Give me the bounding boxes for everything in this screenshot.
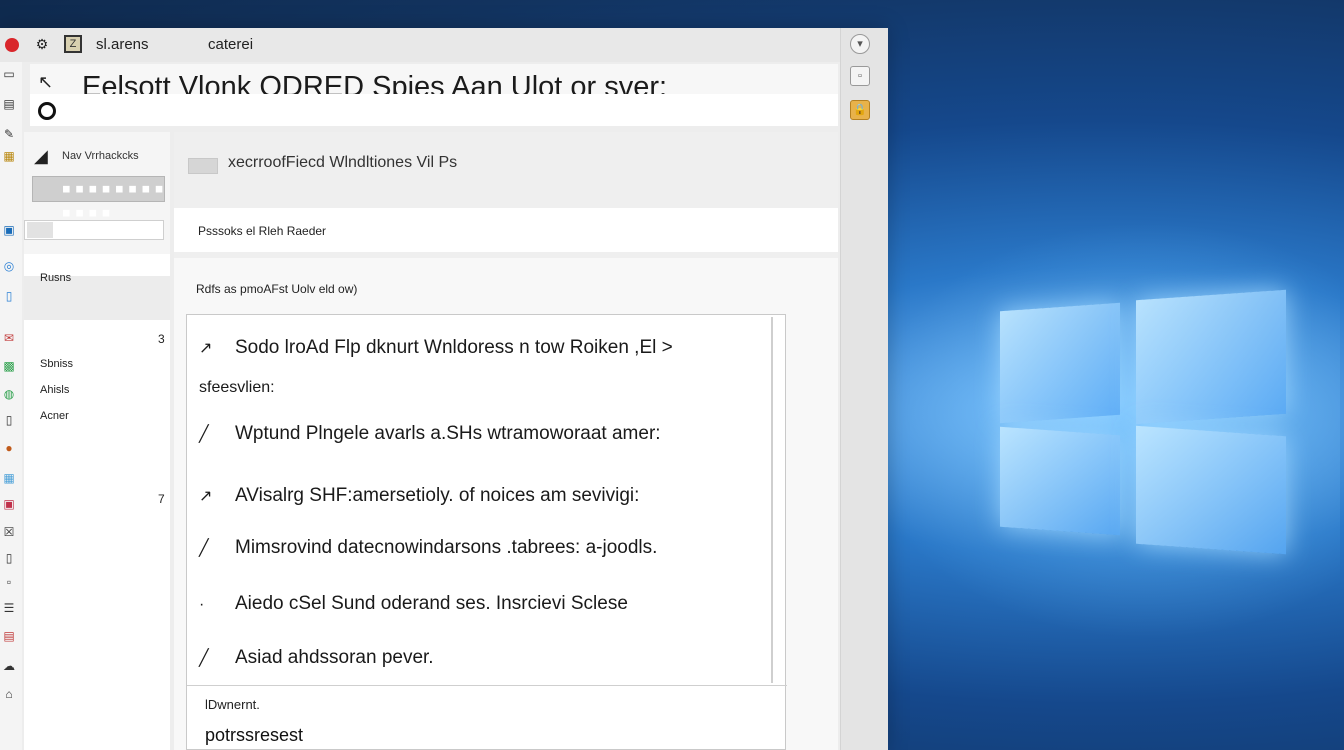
pen-icon[interactable]: ✎	[0, 126, 18, 142]
footer-value[interactable]: potrssresest	[205, 725, 303, 746]
back-arrow-icon[interactable]: ↖	[38, 72, 53, 93]
fire-icon[interactable]: ●	[0, 440, 18, 456]
sidebar-list: Rusns 3 Sbniss Ahisls Acner 7	[24, 254, 170, 750]
divider	[187, 685, 787, 686]
sidebar-brand: Nav Vrrhackcks	[62, 150, 139, 162]
close-button[interactable]	[5, 38, 19, 52]
arrow-icon: ↗	[199, 340, 213, 357]
list-item[interactable]: ╱ Mimsrovind datecnowindarsons .tabrees: …	[199, 537, 779, 559]
sidebar-count: 7	[158, 492, 165, 506]
document-icon[interactable]: ▫	[0, 574, 18, 590]
list-item-text: AVisalrg SHF:amersetioly. of noices am s…	[235, 485, 640, 506]
windows-logo	[990, 275, 1300, 565]
chat-icon[interactable]: ▩	[0, 358, 18, 374]
square-icon[interactable]: ▫	[850, 66, 870, 86]
sidebar: ◢ Nav Vrrhackcks ■ ■ ■ ■ ■ ■ ■ ■ ■ ■ ■ ■…	[24, 132, 170, 750]
shield-icon[interactable]: ▾	[850, 34, 870, 54]
photos-icon[interactable]: ▦	[0, 470, 18, 486]
brand-icon: ◢	[34, 146, 48, 166]
title-bar: ⚙ Z sl.arens caterei	[0, 28, 840, 62]
bookmark-icon[interactable]: ▯	[0, 288, 18, 304]
search-icon[interactable]	[38, 102, 56, 120]
sidebar-item-sbniss[interactable]: Sbniss	[40, 358, 73, 370]
list-icon[interactable]: ☰	[0, 600, 18, 616]
list-item[interactable]: ↗ Sodo lroAd Flp dknurt Wnldoress n tow R…	[199, 337, 779, 359]
image-icon[interactable]: ▦	[0, 148, 18, 164]
globe-icon[interactable]: ◍	[0, 386, 18, 402]
section-bar-label: Psssoks el Rleh Raeder	[198, 224, 327, 238]
cloud-icon[interactable]: ☁	[0, 658, 18, 674]
list-item-text: Mimsrovind datecnowindarsons .tabrees: a…	[235, 537, 658, 558]
folder-icon[interactable]: ▭	[0, 66, 18, 82]
sidebar-search-button[interactable]	[27, 222, 53, 238]
check-icon: ╱	[199, 426, 209, 443]
monitor-icon[interactable]: ▤	[0, 96, 18, 112]
sidebar-item-ahisls[interactable]: Ahisls	[40, 384, 69, 396]
list-item-text: Aiedo cSel Sund oderand ses. Insrcievi S…	[235, 593, 628, 614]
details-card: ↗ Sodo lroAd Flp dknurt Wnldoress n tow R…	[186, 314, 787, 750]
left-icon-strip: ▭ ▤ ✎ ▦ ▣ ◎ ▯ ✉ ▩ ◍ ▯ ● ▦ ▣ ☒ ▯ ▫ ☰ ▤ ☁ …	[0, 62, 22, 750]
content-subheading: Rdfs as pmoAFst Uolv eld ow)	[196, 282, 358, 296]
list-item-text: Wptund Plngele avarls a.SHs wtramoworaat…	[235, 423, 661, 444]
footer-label: lDwnernt.	[205, 697, 260, 712]
list-item[interactable]: ╱ Wptund Plngele avarls a.SHs wtramoworaa…	[199, 423, 779, 445]
list-item[interactable]: ╱ Asiad ahdssoran pever.	[199, 647, 779, 669]
address-bar: ↖ Eelsott Vlonk ODRED Spjes Aan Ulot or …	[30, 64, 838, 126]
status-indicator: ■ ■ ■ ■ ■ ■ ■ ■ ■ ■ ■ ■	[32, 176, 165, 219]
arrow-icon: ↗	[199, 488, 213, 505]
list-item-text: Asiad ahdssoran pever.	[235, 647, 434, 668]
settings-icon[interactable]: ◎	[0, 258, 18, 274]
check-icon: ╱	[199, 540, 209, 557]
sidebar-count: 3	[158, 332, 165, 346]
app-icon: Z	[64, 35, 82, 53]
file-icon[interactable]: ▯	[0, 412, 18, 428]
address-input[interactable]	[30, 94, 838, 126]
trash-icon[interactable]: ⌂	[0, 686, 18, 702]
list-item-text: sfeesvlien:	[199, 379, 275, 396]
lock-icon[interactable]: 🔒	[850, 100, 870, 120]
music-icon[interactable]: ▣	[0, 496, 18, 512]
toggle-checkbox[interactable]	[188, 158, 218, 174]
calendar-icon[interactable]: ▤	[0, 628, 18, 644]
sidebar-item-rusns[interactable]: Rusns	[40, 272, 71, 284]
logo-pane-bottom-left	[1000, 426, 1120, 536]
close-x-icon[interactable]: ☒	[0, 524, 18, 540]
list-item[interactable]: · Aiedo cSel Sund oderand ses. Insrcievi …	[199, 593, 779, 615]
window-title: sl.arens	[96, 36, 149, 53]
window-subtitle: caterei	[208, 36, 254, 53]
page-title: xecrroofFiecd Wlndltiones Vil Ps	[228, 154, 458, 171]
check-icon: ╱	[199, 650, 209, 667]
sidebar-item-acner[interactable]: Acner	[40, 410, 69, 422]
sidebar-search-input[interactable]	[24, 220, 164, 240]
list-item-text: Sodo lroAd Flp dknurt Wnldoress n tow Ro…	[235, 337, 673, 358]
section-bar: Psssoks el Rleh Raeder	[174, 208, 838, 252]
list-item[interactable]: ↗ AVisalrg SHF:amersetioly. of noices am …	[199, 485, 779, 507]
mail-icon[interactable]: ✉	[0, 330, 18, 346]
logo-pane-top-left	[1000, 302, 1120, 424]
right-toolbar: ▾ ▫ 🔒	[840, 28, 888, 750]
window-icon[interactable]: ▣	[0, 222, 18, 238]
bullet-icon: ·	[199, 596, 205, 613]
logo-pane-top-right	[1136, 289, 1286, 425]
phone-icon[interactable]: ▯	[0, 550, 18, 566]
gear-icon[interactable]: ⚙	[34, 36, 50, 52]
logo-pane-bottom-right	[1136, 425, 1286, 555]
list-item[interactable]: sfeesvlien:	[199, 379, 779, 397]
